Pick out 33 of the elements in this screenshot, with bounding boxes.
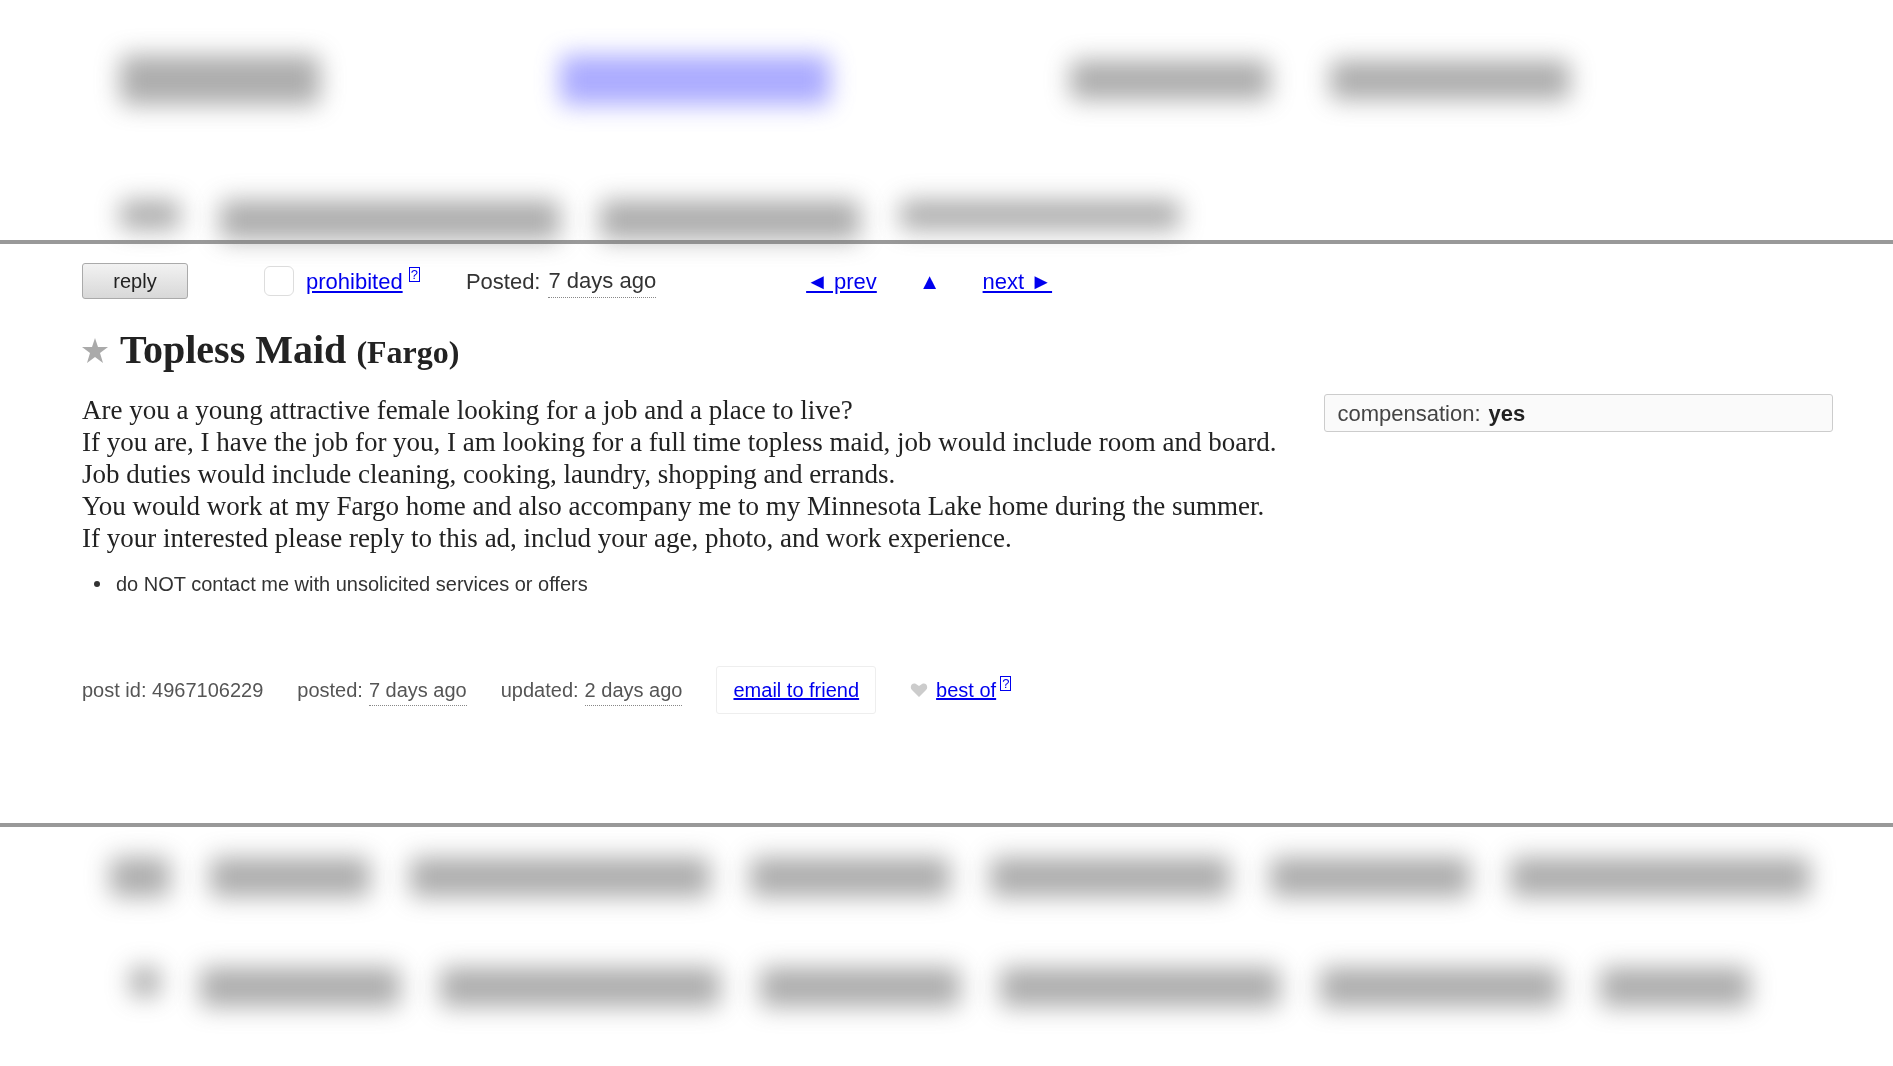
body-line: Job duties would include cleaning, cooking, laundry, shopping and errands.	[82, 458, 897, 490]
reply-button[interactable]: reply	[82, 263, 188, 299]
posted-label: posted:	[297, 678, 363, 703]
blurred-text	[110, 857, 170, 897]
help-link[interactable]: ?	[408, 267, 420, 282]
attribute-value: yes	[1488, 399, 1526, 428]
posted-date: 7 days ago	[548, 264, 657, 298]
bullet-icon	[94, 581, 100, 587]
best-of-link[interactable]: best of	[936, 675, 997, 705]
blurred-text	[120, 200, 180, 230]
posted-date: 7 days ago	[368, 674, 467, 706]
notice-text: do NOT contact me with unsolicited services or offers	[116, 572, 588, 597]
heart-icon[interactable]	[910, 682, 929, 698]
prohibited-link[interactable]: prohibited	[306, 264, 403, 298]
help-link[interactable]: ?	[1000, 676, 1012, 691]
posted-label: Posted:	[465, 267, 541, 296]
post-id: post id: 4967106229	[82, 678, 264, 703]
prev-link[interactable]: ◄ prev	[806, 264, 877, 298]
body-line: Are you a young attractive female looking for a job and a place to live?	[82, 394, 854, 426]
updated-date: 2 days ago	[584, 674, 683, 706]
email-to-friend-button[interactable]: email to friend	[716, 666, 877, 714]
body-line: You would work at my Fargo home and also accompany me to my Minnesota Lake home during the summer.	[82, 490, 1266, 522]
favorite-star-icon[interactable]	[82, 337, 108, 363]
body-line: If you are, I have the job for you, I am looking for a full time topless maid, job would include room and board.	[82, 426, 1278, 458]
up-link[interactable]: ▲	[918, 264, 941, 298]
flag-checkbox[interactable]	[264, 266, 294, 296]
blurred-text	[130, 967, 160, 997]
post-location: (Fargo)	[356, 333, 460, 372]
next-link[interactable]: next ►	[982, 264, 1053, 298]
post-title: Topless Maid	[120, 326, 347, 374]
body-line: If your interested please reply to this ad, includ your age, photo, and work experience.	[82, 522, 1013, 554]
attribute-label: compensation:	[1337, 399, 1481, 428]
updated-label: updated:	[500, 678, 579, 703]
